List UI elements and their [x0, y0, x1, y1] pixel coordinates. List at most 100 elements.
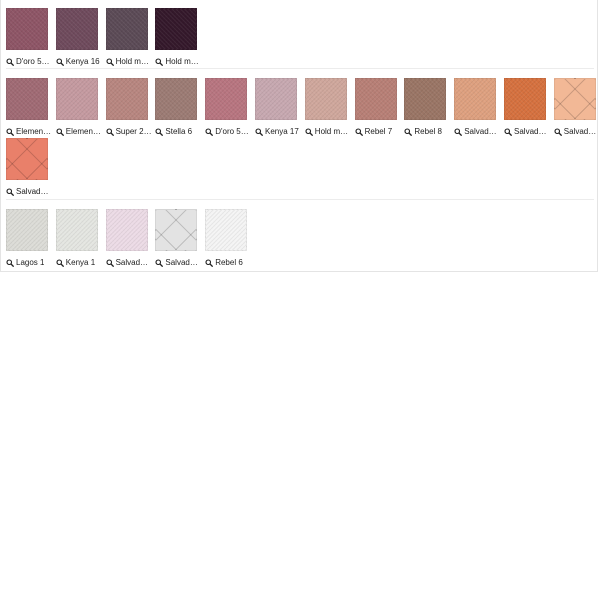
zoom-link[interactable]: Rebel 6	[205, 258, 257, 268]
swatch-label: Kenya 16	[65, 57, 100, 66]
magnifier-icon	[355, 128, 363, 136]
swatch-item[interactable]: Kenya 16	[55, 8, 100, 67]
group-divider	[6, 68, 594, 69]
zoom-link[interactable]: Salvad…	[554, 127, 600, 137]
swatch-item[interactable]: Hold m…	[105, 8, 149, 67]
zoom-link[interactable]: Rebel 7	[355, 127, 407, 137]
swatch-item[interactable]: D'oro 5…	[205, 78, 249, 137]
swatch-tile[interactable]	[55, 78, 98, 120]
zoom-link[interactable]: Super 2…	[106, 127, 158, 137]
magnifier-icon	[155, 128, 164, 136]
zoom-link[interactable]: Kenya 17	[255, 127, 307, 137]
zoom-link[interactable]: Hold m…	[155, 57, 207, 67]
zoom-link[interactable]: D'oro 5…	[6, 57, 58, 67]
zoom-link[interactable]: Rebel 8	[404, 127, 456, 137]
swatch-item[interactable]: Super 2…	[105, 78, 152, 137]
magnifier-icon	[504, 128, 512, 136]
swatch-label: Stella 6	[165, 127, 193, 136]
swatch-tile[interactable]	[155, 8, 198, 50]
swatch-label: Rebel 7	[364, 127, 393, 136]
swatch-tile[interactable]	[6, 138, 48, 180]
swatch-tile[interactable]	[553, 78, 596, 120]
magnifier-icon	[155, 58, 164, 66]
swatch-label: Kenya 17	[265, 127, 299, 136]
magnifier-icon	[6, 259, 14, 267]
swatch-item[interactable]: Elemen…	[6, 78, 51, 137]
magnifier-icon	[6, 58, 14, 66]
swatch-item[interactable]: Lagos 1	[6, 209, 49, 268]
swatch-label: D'oro 5…	[16, 57, 50, 66]
swatch-tile[interactable]	[6, 78, 48, 120]
zoom-link[interactable]: D'oro 5…	[205, 127, 257, 137]
zoom-link[interactable]: Hold m…	[106, 57, 158, 67]
swatch-label: D'oro 5…	[215, 127, 249, 136]
swatch-tile[interactable]	[6, 8, 48, 50]
swatch-label: Salvad…	[563, 127, 597, 136]
swatch-label: Salvad…	[464, 127, 497, 136]
swatch-item[interactable]: Salvad…	[105, 209, 149, 268]
swatch-item[interactable]: Elemen…	[55, 78, 101, 137]
zoom-link[interactable]: Stella 6	[155, 127, 207, 137]
swatch-tile[interactable]	[454, 78, 497, 120]
swatch-item[interactable]: Salvad…	[454, 78, 497, 137]
magnifier-icon	[106, 259, 114, 267]
swatch-tile[interactable]	[105, 209, 148, 251]
zoom-link[interactable]: Kenya 16	[56, 57, 108, 67]
swatch-label: Hold m…	[314, 127, 349, 136]
swatch-item[interactable]: Hold m…	[304, 78, 348, 137]
magnifier-icon	[6, 188, 14, 196]
swatch-tile[interactable]	[155, 78, 198, 120]
swatch-item[interactable]: Rebel 6	[205, 209, 248, 268]
swatch-item[interactable]: Salvad…	[155, 209, 198, 268]
swatch-item[interactable]: Stella 6	[155, 78, 198, 137]
swatch-tile[interactable]	[404, 78, 447, 120]
swatch-tile[interactable]	[205, 209, 248, 251]
swatch-tile[interactable]	[504, 78, 546, 120]
swatch-item[interactable]: D'oro 5…	[6, 8, 50, 67]
swatch-tile[interactable]	[155, 209, 198, 251]
swatch-tile[interactable]	[105, 8, 148, 50]
magnifier-icon	[106, 58, 114, 66]
swatch-item[interactable]: Salvad…	[553, 78, 600, 137]
zoom-link[interactable]: Salvad…	[6, 187, 58, 197]
magnifier-icon	[205, 128, 214, 136]
zoom-link[interactable]: Elemen…	[56, 127, 108, 137]
zoom-link[interactable]: Salvad…	[504, 127, 556, 137]
zoom-link[interactable]: Lagos 1	[6, 258, 58, 268]
swatch-item[interactable]: Rebel 8	[404, 78, 447, 137]
zoom-link[interactable]: Kenya 1	[56, 258, 108, 268]
swatch-tile[interactable]	[255, 78, 297, 120]
swatch-tile[interactable]	[55, 8, 98, 50]
swatch-tile[interactable]	[105, 78, 148, 120]
swatch-tile[interactable]	[354, 78, 397, 120]
swatch-item[interactable]: Kenya 17	[255, 78, 299, 137]
swatch-label: Salvad…	[115, 258, 149, 267]
swatch-item[interactable]: Kenya 1	[55, 209, 99, 268]
magnifier-icon	[454, 128, 463, 136]
zoom-link[interactable]: Salvad…	[106, 258, 158, 268]
magnifier-icon	[255, 128, 263, 136]
swatch-label: Kenya 1	[65, 258, 96, 267]
swatch-tile[interactable]	[55, 209, 98, 251]
swatch-label: Hold m…	[165, 57, 199, 66]
swatch-panel: D'oro 5… Kenya 16 Hold m… Hold m… Elemen… Ele…	[0, 0, 598, 272]
magnifier-icon	[404, 128, 413, 136]
magnifier-icon	[305, 128, 313, 136]
swatch-item[interactable]: Hold m…	[155, 8, 199, 67]
swatch-item[interactable]: Salvad…	[504, 78, 547, 137]
swatch-label: Rebel 8	[414, 127, 442, 136]
swatch-tile[interactable]	[6, 209, 48, 251]
magnifier-icon	[155, 259, 164, 267]
swatch-label: Elemen…	[65, 127, 101, 136]
magnifier-icon	[56, 259, 64, 267]
swatch-tile[interactable]	[205, 78, 248, 120]
zoom-link[interactable]: Salvad…	[155, 258, 207, 268]
swatch-item[interactable]: Rebel 7	[354, 78, 398, 137]
magnifier-icon	[56, 58, 64, 66]
swatch-item[interactable]: Salvad…	[6, 138, 49, 197]
zoom-link[interactable]: Salvad…	[454, 127, 506, 137]
zoom-link[interactable]: Hold m…	[305, 127, 357, 137]
swatch-tile[interactable]	[304, 78, 347, 120]
magnifier-icon	[106, 128, 114, 136]
zoom-link[interactable]: Elemen…	[6, 127, 58, 137]
